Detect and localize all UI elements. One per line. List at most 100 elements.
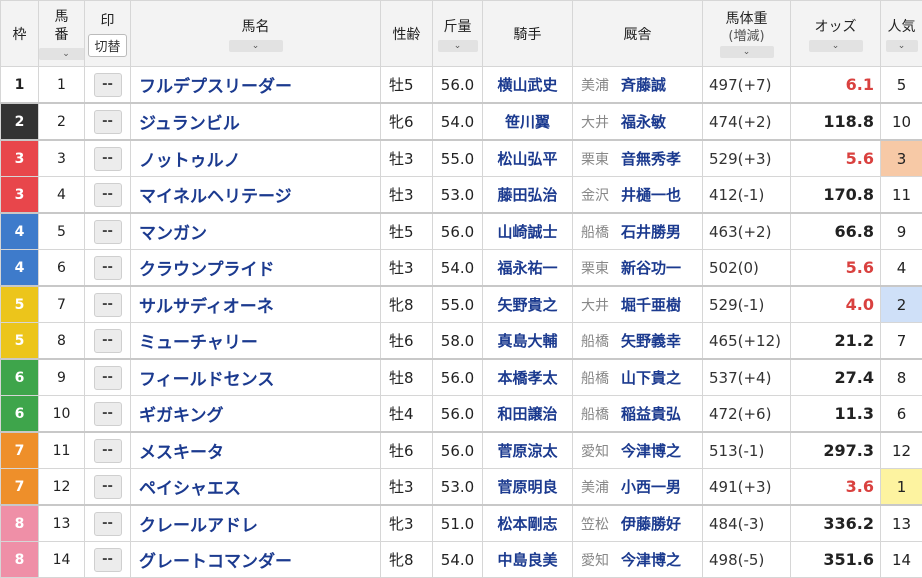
- trainer-link[interactable]: 斉藤誠: [621, 76, 666, 94]
- jockey-link[interactable]: 中島良美: [483, 542, 573, 578]
- mark-selector[interactable]: --: [94, 512, 122, 536]
- col-bodyweight[interactable]: 馬体重 (増減) ⌄: [703, 1, 791, 67]
- trainer-link[interactable]: 矢野義幸: [621, 332, 681, 350]
- popularity-cell: 7: [881, 323, 922, 360]
- horse-name-link[interactable]: ミューチャリー: [131, 323, 381, 360]
- horse-name-link[interactable]: マイネルヘリテージ: [131, 177, 381, 214]
- mark-selector[interactable]: --: [94, 475, 122, 499]
- jockey-link[interactable]: 本橋孝太: [483, 359, 573, 396]
- sort-chevron-icon[interactable]: ⌄: [886, 40, 918, 52]
- horse-name-link[interactable]: フルデプスリーダー: [131, 67, 381, 104]
- jockey-link[interactable]: 菅原涼太: [483, 432, 573, 469]
- trainer-link[interactable]: 山下貴之: [621, 369, 681, 387]
- horse-name-link[interactable]: クレールアドレ: [131, 505, 381, 542]
- mark-selector[interactable]: --: [94, 402, 122, 426]
- mark-switch-button[interactable]: 切替: [88, 34, 126, 57]
- sort-chevron-icon[interactable]: ⌄: [229, 40, 283, 52]
- trainer-cell: 大井堀千亜樹: [573, 286, 703, 323]
- trainer-cell: 愛知今津博之: [573, 542, 703, 578]
- horse-name-link[interactable]: グレートコマンダー: [131, 542, 381, 578]
- sexage-cell: 牡3: [381, 469, 433, 506]
- mark-selector[interactable]: --: [94, 329, 122, 353]
- kinryo-cell: 56.0: [433, 432, 483, 469]
- horse-name-link[interactable]: ノットゥルノ: [131, 140, 381, 177]
- umaban-cell: 14: [39, 542, 85, 578]
- waku-cell: 6: [1, 396, 39, 433]
- bw-label-1: 馬体重: [703, 10, 790, 28]
- trainer-link[interactable]: 堀千亜樹: [621, 296, 681, 314]
- trainer-link[interactable]: 今津博之: [621, 442, 681, 460]
- jockey-link[interactable]: 和田譲治: [483, 396, 573, 433]
- jockey-link[interactable]: 笹川翼: [483, 103, 573, 140]
- mark-selector[interactable]: --: [94, 110, 122, 134]
- jockey-link[interactable]: 菅原明良: [483, 469, 573, 506]
- col-mark: 印 切替: [85, 1, 131, 67]
- jockey-link[interactable]: 横山武史: [483, 67, 573, 104]
- table-row: 3 3 -- ノットゥルノ 牡3 55.0 松山弘平 栗東音無秀孝 529(+3…: [1, 140, 922, 177]
- trainer-link[interactable]: 井樋一也: [621, 186, 681, 204]
- jockey-link[interactable]: 藤田弘治: [483, 177, 573, 214]
- sort-chevron-icon[interactable]: ⌄: [809, 40, 863, 52]
- pop-label: 人気: [881, 16, 922, 36]
- horse-name-link[interactable]: クラウンプライド: [131, 250, 381, 287]
- kinryo-cell: 56.0: [433, 213, 483, 250]
- col-name[interactable]: 馬名 ⌄: [131, 1, 381, 67]
- mark-selector[interactable]: --: [94, 220, 122, 244]
- col-odds[interactable]: オッズ ⌄: [791, 1, 881, 67]
- mark-selector[interactable]: --: [94, 73, 122, 97]
- trainer-link[interactable]: 伊藤勝好: [621, 515, 681, 533]
- umaban-cell: 6: [39, 250, 85, 287]
- sort-chevron-icon[interactable]: ⌄: [438, 40, 478, 52]
- jockey-link[interactable]: 福永祐一: [483, 250, 573, 287]
- jockey-link[interactable]: 矢野貴之: [483, 286, 573, 323]
- col-kinryo[interactable]: 斤量 ⌄: [433, 1, 483, 67]
- popularity-cell: 1: [881, 469, 922, 506]
- mark-selector[interactable]: --: [94, 293, 122, 317]
- trainer-area: 船橋: [581, 222, 621, 242]
- mark-cell: --: [85, 213, 131, 250]
- horse-name-link[interactable]: マンガン: [131, 213, 381, 250]
- mark-cell: --: [85, 103, 131, 140]
- jockey-link[interactable]: 山崎誠士: [483, 213, 573, 250]
- popularity-cell: 5: [881, 67, 922, 104]
- horse-name-link[interactable]: ギガキング: [131, 396, 381, 433]
- odds-cell: 351.6: [791, 542, 881, 578]
- kinryo-label: 斤量: [433, 16, 482, 36]
- col-jockey: 騎手: [483, 1, 573, 67]
- trainer-link[interactable]: 小西一男: [621, 478, 681, 496]
- jockey-link[interactable]: 真島大輔: [483, 323, 573, 360]
- horse-name-link[interactable]: サルサディオーネ: [131, 286, 381, 323]
- kinryo-cell: 51.0: [433, 505, 483, 542]
- trainer-link[interactable]: 石井勝男: [621, 223, 681, 241]
- odds-cell: 5.6: [791, 140, 881, 177]
- table-row: 6 9 -- フィールドセンス 牡8 56.0 本橋孝太 船橋山下貴之 537(…: [1, 359, 922, 396]
- trainer-link[interactable]: 音無秀孝: [621, 150, 681, 168]
- horse-name-link[interactable]: フィールドセンス: [131, 359, 381, 396]
- umaban-cell: 7: [39, 286, 85, 323]
- mark-selector[interactable]: --: [94, 439, 122, 463]
- waku-cell: 5: [1, 323, 39, 360]
- trainer-link[interactable]: 今津博之: [621, 551, 681, 569]
- odds-cell: 11.3: [791, 396, 881, 433]
- mark-selector[interactable]: --: [94, 548, 122, 572]
- trainer-area: 大井: [581, 295, 621, 315]
- mark-selector[interactable]: --: [94, 147, 122, 171]
- jockey-link[interactable]: 松山弘平: [483, 140, 573, 177]
- mark-selector[interactable]: --: [94, 183, 122, 207]
- sort-chevron-icon[interactable]: ⌄: [39, 48, 85, 60]
- horse-name-link[interactable]: メスキータ: [131, 432, 381, 469]
- col-sexage[interactable]: 性齢: [381, 1, 433, 67]
- trainer-link[interactable]: 新谷功一: [621, 259, 681, 277]
- horse-name-link[interactable]: ペイシャエス: [131, 469, 381, 506]
- col-waku[interactable]: 枠: [1, 1, 39, 67]
- sexage-cell: 牡6: [381, 323, 433, 360]
- trainer-link[interactable]: 稲益貴弘: [621, 405, 681, 423]
- mark-selector[interactable]: --: [94, 366, 122, 390]
- horse-name-link[interactable]: ジュランビル: [131, 103, 381, 140]
- trainer-link[interactable]: 福永敏: [621, 113, 666, 131]
- col-popularity[interactable]: 人気 ⌄: [881, 1, 922, 67]
- col-umaban[interactable]: 馬 番 ⌄: [39, 1, 85, 67]
- jockey-link[interactable]: 松本剛志: [483, 505, 573, 542]
- sort-chevron-icon[interactable]: ⌄: [720, 46, 774, 58]
- mark-selector[interactable]: --: [94, 256, 122, 280]
